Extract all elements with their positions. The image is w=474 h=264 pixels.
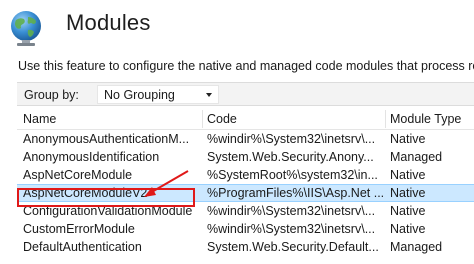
module-name: AnonymousIdentification (23, 150, 160, 164)
module-code: %windir%\System32\inetsrv\... (207, 204, 376, 218)
modules-list: AnonymousAuthenticationM... %windir%\Sys… (17, 130, 474, 256)
module-code: System.Web.Security.Anony... (207, 150, 374, 164)
globe-icon (11, 11, 41, 46)
table-row[interactable]: ConfigurationValidationModule %windir%\S… (17, 202, 474, 220)
table-row[interactable]: CustomErrorModule %windir%\System32\inet… (17, 220, 474, 238)
module-name: AspNetCoreModuleV2 (23, 186, 148, 200)
chevron-down-icon (206, 93, 212, 97)
iis-modules-page: Modules Use this feature to configure th… (0, 0, 474, 264)
module-type: Managed (390, 150, 443, 164)
module-name: ConfigurationValidationModule (23, 204, 193, 218)
module-name: AspNetCoreModule (23, 168, 133, 182)
table-header: Name Code Module Type (17, 108, 474, 130)
groupby-dropdown[interactable]: No Grouping (97, 85, 219, 104)
page-title: Modules (66, 10, 151, 35)
toolbar: Group by: No Grouping (17, 82, 474, 106)
module-name: CustomErrorModule (23, 222, 135, 236)
table-row[interactable]: AnonymousAuthenticationM... %windir%\Sys… (17, 130, 474, 148)
column-separator[interactable] (202, 110, 203, 128)
module-type: Native (390, 204, 426, 218)
module-code: %windir%\System32\inetsrv\... (207, 222, 376, 236)
column-header-name[interactable]: Name (23, 112, 56, 126)
column-header-module-type[interactable]: Module Type (390, 112, 461, 126)
groupby-value: No Grouping (104, 88, 175, 102)
module-code: %ProgramFiles%\IIS\Asp.Net ... (207, 186, 385, 200)
groupby-label: Group by: (24, 88, 79, 102)
table-row[interactable]: DefaultAuthentication System.Web.Securit… (17, 238, 474, 256)
page-description: Use this feature to configure the native… (18, 59, 474, 73)
table-row[interactable]: AspNetCoreModule %SystemRoot%\system32\i… (17, 166, 474, 184)
table-row[interactable]: AnonymousIdentification System.Web.Secur… (17, 148, 474, 166)
module-code: System.Web.Security.Default... (207, 240, 379, 254)
module-code: %windir%\System32\inetsrv\... (207, 132, 376, 146)
module-code: %SystemRoot%\system32\in... (207, 168, 378, 182)
column-separator[interactable] (385, 110, 386, 128)
module-name: AnonymousAuthenticationM... (23, 132, 190, 146)
table-row-selected[interactable]: AspNetCoreModuleV2 %ProgramFiles%\IIS\As… (17, 184, 474, 202)
module-type: Native (390, 168, 426, 182)
module-type: Native (390, 222, 426, 236)
column-header-code[interactable]: Code (207, 112, 237, 126)
module-type: Native (390, 186, 426, 200)
module-type: Native (390, 132, 426, 146)
module-name: DefaultAuthentication (23, 240, 142, 254)
module-type: Managed (390, 240, 443, 254)
